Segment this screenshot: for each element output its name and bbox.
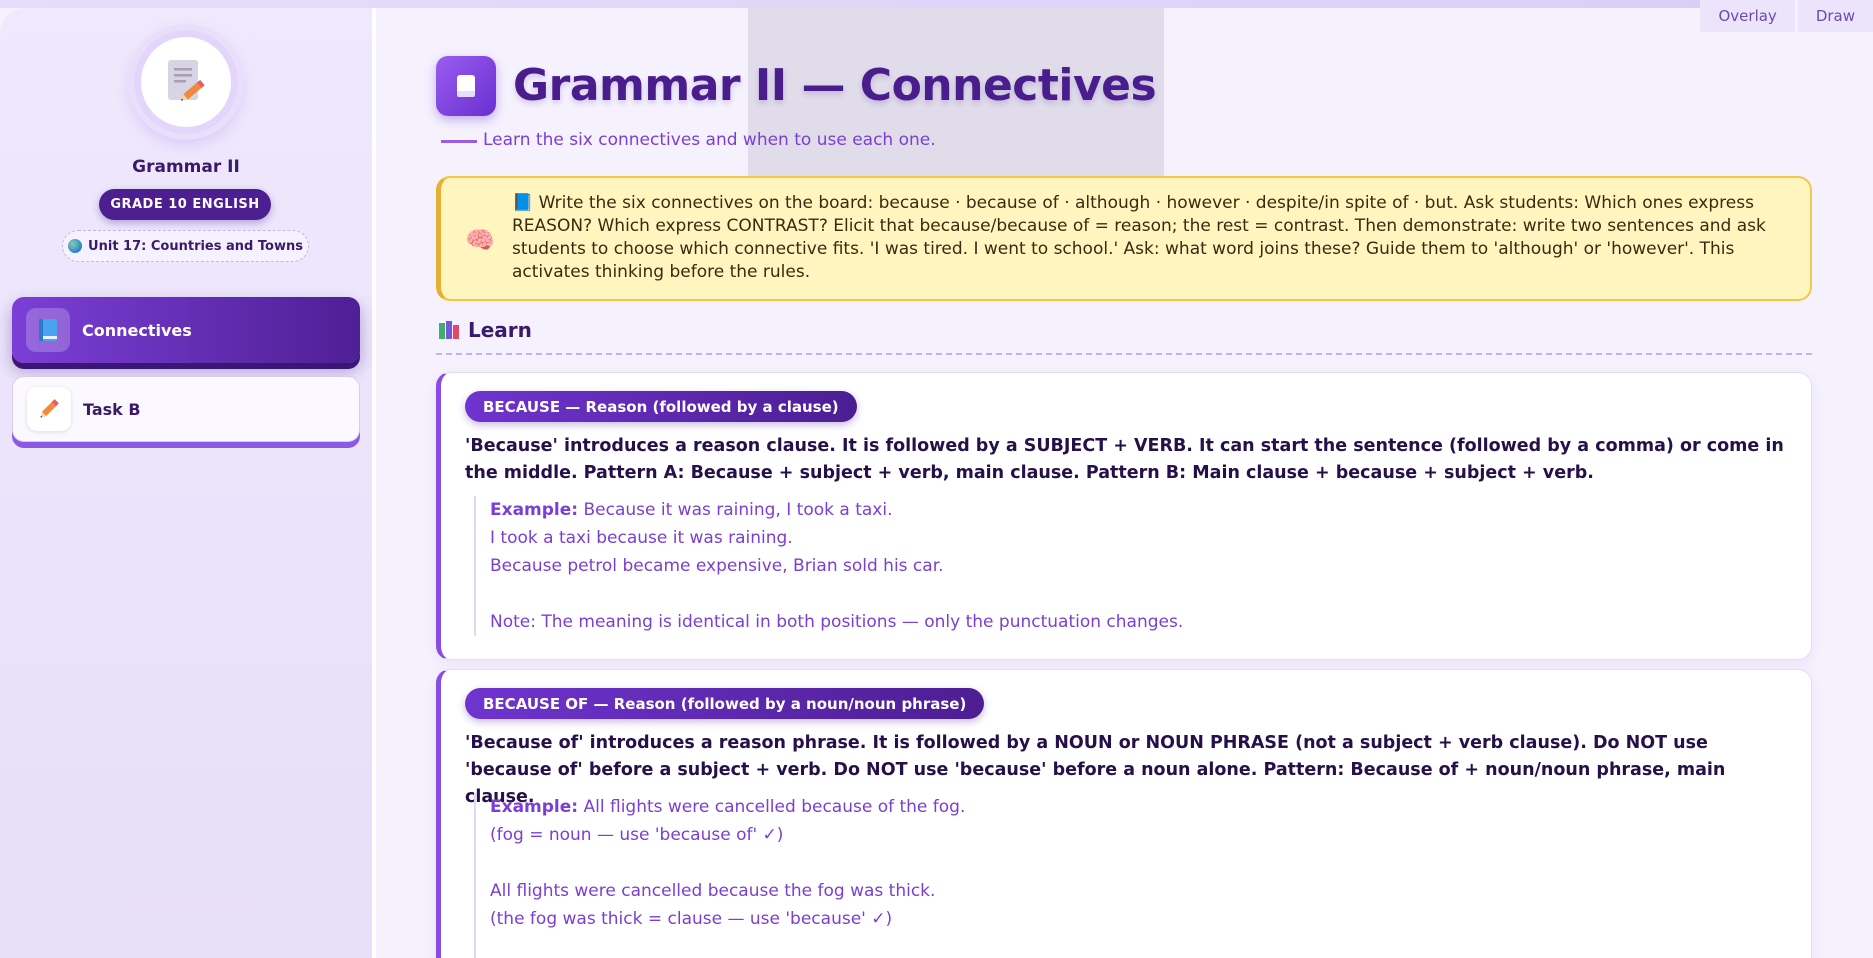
globe-icon xyxy=(68,239,83,253)
overlay-toolbar: Overlay Draw xyxy=(1700,0,1873,32)
card-pill: BECAUSE — Reason (followed by a clause) xyxy=(465,391,857,422)
example-line: Because it was raining, I took a taxi. xyxy=(583,500,893,520)
example-line: All flights were cancelled because of th… xyxy=(583,797,966,817)
pencil-icon xyxy=(27,387,71,431)
example-label: Example: xyxy=(490,797,579,817)
draw-button[interactable]: Draw xyxy=(1794,0,1873,32)
unit-chip: Unit 17: Countries and Towns xyxy=(62,230,309,262)
example-line: (fog = noun — use 'because of' ✓) xyxy=(490,825,784,845)
note-icon xyxy=(457,75,475,97)
section-heading-learn: Learn xyxy=(438,318,532,342)
teacher-note-text: 📘 Write the six connectives on the board… xyxy=(512,193,1766,282)
overlay-button[interactable]: Overlay xyxy=(1700,0,1795,32)
grade-badge: GRADE 10 ENGLISH xyxy=(99,189,271,220)
sidebar-item-label: Connectives xyxy=(82,320,192,340)
page-title: Grammar II — Connectives xyxy=(513,60,1157,111)
example-line: All flights were cancelled because the f… xyxy=(490,881,936,901)
brain-icon: 🧠 xyxy=(465,226,495,254)
lesson-card-because-of: BECAUSE OF — Reason (followed by a noun/… xyxy=(436,669,1812,958)
document-pencil-icon xyxy=(168,60,205,101)
section-divider xyxy=(436,353,1812,355)
lesson-card-because: BECAUSE — Reason (followed by a clause) … xyxy=(436,372,1812,660)
subtitle-accent-line xyxy=(441,140,477,143)
teacher-note: 🧠 📘 Write the six connectives on the boa… xyxy=(436,176,1812,301)
example-line: I took a taxi because it was raining. xyxy=(490,528,793,548)
example-label: Example: xyxy=(490,500,579,520)
course-avatar xyxy=(134,30,238,134)
unit-chip-label: Unit 17: Countries and Towns xyxy=(88,238,303,254)
main-content: Grammar II — Connectives Learn the six c… xyxy=(380,8,1873,958)
books-icon xyxy=(439,321,459,339)
card-example: Example: Because it was raining, I took … xyxy=(474,496,1183,636)
card-pill: BECAUSE OF — Reason (followed by a noun/… xyxy=(465,688,985,719)
top-accent-bar xyxy=(0,0,1873,8)
sidebar: Grammar II GRADE 10 ENGLISH Unit 17: Cou… xyxy=(0,8,376,958)
example-line: Because petrol became expensive, Brian s… xyxy=(490,556,944,576)
course-name: Grammar II xyxy=(132,157,240,177)
title-icon xyxy=(436,56,496,116)
example-line: (the fog was thick = clause — use 'becau… xyxy=(490,909,893,929)
sidebar-item-connectives[interactable]: Connectives xyxy=(12,297,360,363)
book-icon xyxy=(26,308,70,352)
card-example: Example: All flights were cancelled beca… xyxy=(474,793,965,958)
sidebar-item-label: Task B xyxy=(83,399,141,419)
example-spacer xyxy=(490,849,965,877)
page-subtitle: Learn the six connectives and when to us… xyxy=(483,130,936,150)
card-rule: 'Because' introduces a reason clause. It… xyxy=(465,436,1784,483)
example-note: Note: The meaning is identical in both p… xyxy=(490,612,1184,632)
section-title: Learn xyxy=(468,318,532,342)
sidebar-item-task-b[interactable]: Task B xyxy=(12,376,360,442)
example-spacer xyxy=(490,580,1183,608)
